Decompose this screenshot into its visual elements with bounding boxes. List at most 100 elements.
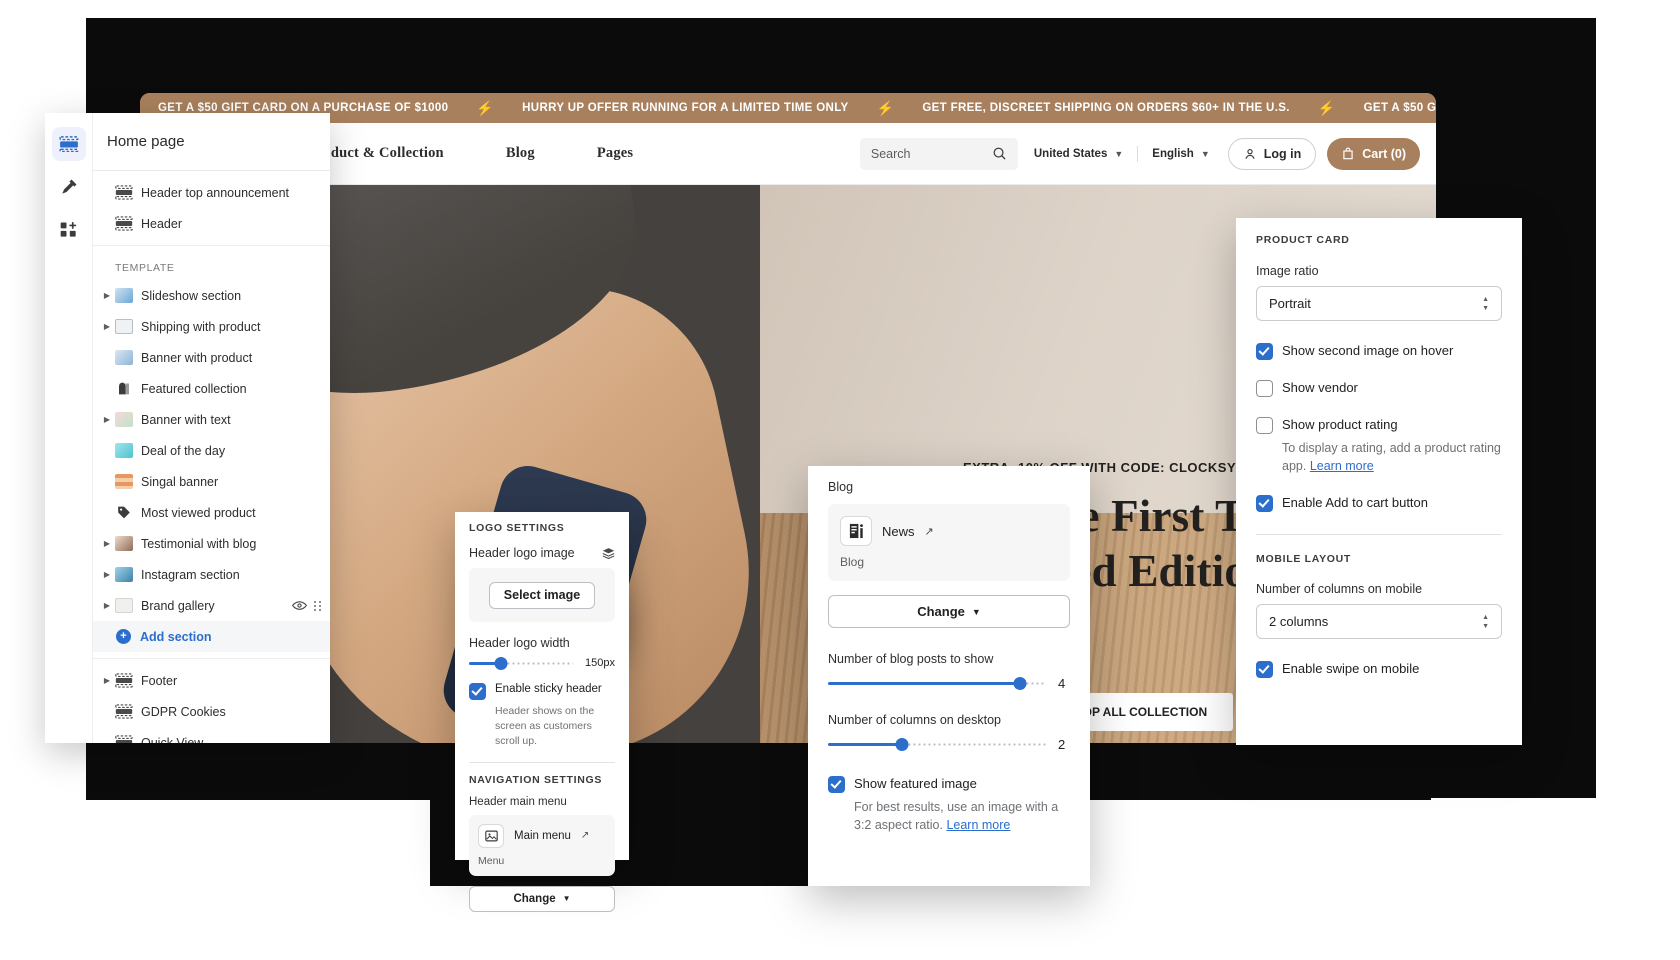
search-input[interactable]: Search [859,137,1018,170]
testimonial-thumb-icon [115,536,133,551]
blog-resource[interactable]: News ↗ Blog [828,504,1070,581]
tag-thumb-icon [118,506,130,519]
instagram-thumb-icon [115,567,133,582]
login-label: Log in [1263,146,1302,161]
blog-card-body: Blog News ↗ Blog Change ▼ Number of blog… [808,466,1090,848]
mobile-columns-label: Number of columns on mobile [1256,582,1423,597]
enable-add-to-cart-label: Enable Add to cart button [1282,495,1428,511]
login-button[interactable]: Log in [1227,137,1317,170]
image-placeholder-icon [478,823,504,848]
chevron-right-icon[interactable]: ▶ [101,676,113,685]
main-menu-resource[interactable]: Main menu ↗ Menu [469,814,615,876]
section-row-banner-with-product[interactable]: ▶ Banner with product [93,342,330,373]
section-row-gdpr-cookies[interactable]: ▶ GDPR Cookies [93,696,330,727]
change-blog-button[interactable]: Change ▼ [828,595,1070,628]
chevron-right-icon[interactable]: ▶ [101,539,113,548]
product-card-settings: PRODUCT CARD Image ratio Portrait ▲ ▼ Sho… [1236,218,1522,745]
section-row-footer[interactable]: ▶ Footer [93,665,330,696]
shipping-thumb-icon [115,319,133,334]
nav-link-blog[interactable]: Blog [506,145,535,162]
section-row-brand-gallery[interactable]: ▶ Brand gallery [93,590,330,621]
rail-button-theme-settings[interactable] [52,170,86,204]
chevron-right-icon[interactable]: ▶ [101,415,113,424]
show-vendor-label: Show vendor [1282,380,1358,395]
chevron-right-icon[interactable]: ▶ [101,570,113,579]
chevron-right-icon[interactable]: ▶ [101,322,113,331]
panel-header: Home page [93,113,330,171]
blog-settings-card: Blog News ↗ Blog Change ▼ Number of blog… [808,466,1090,886]
external-link-icon[interactable]: ↗ [925,525,934,538]
image-ratio-label: Image ratio [1256,264,1319,278]
featured-image-help: For best results, use an image with a 3:… [854,798,1070,834]
section-label: Quick View [141,735,204,744]
chevron-down-icon: ▼ [1200,148,1210,159]
section-label: Deal of the day [141,443,226,458]
slideshow-thumb-icon [115,288,133,303]
section-row-instagram-section[interactable]: ▶ Instagram section [93,559,330,590]
section-row-featured-collection[interactable]: ▶ Featured collection [93,373,330,404]
add-section-label: Add section [140,629,212,644]
logo-settings-title: LOGO SETTINGS [469,522,565,534]
section-list[interactable]: ▶ Header top announcement ▶ H [93,171,330,743]
theme-customizer-sidebar: Home page ▶ Header top announcement ▶ [45,113,330,743]
banner-product-thumb-icon [115,350,133,365]
rail-button-apps[interactable] [52,213,86,247]
product-rating-learn-more-link[interactable]: Learn more [1310,459,1374,473]
section-row-header[interactable]: ▶ Header [93,208,330,239]
section-row-header-top-announcement[interactable]: ▶ Header top announcement [93,177,330,208]
enable-sticky-header-label: Enable sticky header [495,683,602,695]
blog-columns-desktop-value: 2 [1058,737,1066,752]
eye-icon[interactable] [292,600,307,611]
section-row-most-viewed-product[interactable]: ▶ Most viewed product [93,497,330,528]
section-row-singal-banner[interactable]: ▶ Singal banner [93,466,330,497]
enable-sticky-header-checkbox[interactable] [469,683,486,700]
section-row-quick-view[interactable]: ▶ Quick View [93,727,330,743]
bolt-icon: ⚡ [876,99,895,116]
logo-settings-card: LOGO SETTINGS Header logo image Select i… [455,512,629,912]
search-icon [993,147,1006,160]
section-label: Banner with product [141,350,253,365]
blog-icon [840,516,872,546]
page-title: Home page [107,133,185,150]
layers-icon[interactable] [602,547,615,559]
section-row-slideshow-section[interactable]: ▶ Slideshow section [93,280,330,311]
add-section-button[interactable]: ▶ + Add section [93,621,330,652]
section-row-deal-of-the-day[interactable]: ▶ Deal of the day [93,435,330,466]
header-logo-width-slider[interactable] [469,656,574,670]
section-label: Footer [141,673,178,688]
mobile-columns-select[interactable]: 2 columns ▲ ▼ [1256,604,1502,640]
header-logo-width-label: Header logo width [469,636,570,650]
enable-swipe-mobile-checkbox[interactable] [1256,661,1273,679]
rail-button-sections[interactable] [51,127,86,161]
show-featured-image-checkbox[interactable] [828,776,845,793]
enable-add-to-cart-checkbox[interactable] [1256,495,1273,513]
sticky-header-help: Header shows on the screen as customers … [495,705,595,748]
language-selector[interactable]: English ▼ [1152,148,1209,160]
featured-image-learn-more-link[interactable]: Learn more [946,818,1010,832]
section-row-testimonial-with-blog[interactable]: ▶ Testimonial with blog [93,528,330,559]
logo-image-dropzone[interactable]: Select image [469,568,615,622]
external-link-icon[interactable]: ↗ [581,830,589,841]
cart-label: Cart (0) [1362,146,1406,161]
select-image-button[interactable]: Select image [488,581,596,609]
show-featured-image-label: Show featured image [854,776,977,791]
cart-icon [1343,147,1353,159]
announcement-text: GET A $50 GIFT CARD ON A PURCHASE OF $10… [1363,102,1436,114]
show-vendor-checkbox[interactable] [1256,380,1273,397]
chevron-right-icon[interactable]: ▶ [101,291,113,300]
country-selector[interactable]: United States ▼ [1034,148,1123,160]
change-menu-button[interactable]: Change ▼ [469,885,615,912]
section-row-banner-with-text[interactable]: ▶ Banner with text [93,404,330,435]
nav-link-pages[interactable]: Pages [597,145,633,162]
blog-columns-desktop-slider[interactable] [828,738,1046,751]
show-product-rating-checkbox[interactable] [1256,417,1273,434]
section-row-shipping-with-product[interactable]: ▶ Shipping with product [93,311,330,342]
chevron-right-icon[interactable]: ▶ [101,601,113,610]
show-second-image-checkbox[interactable] [1256,343,1273,360]
cart-button[interactable]: Cart (0) [1327,137,1420,170]
blog-posts-count-slider[interactable] [828,677,1046,690]
drag-handle-icon[interactable] [313,600,322,612]
section-label: Brand gallery [141,598,215,613]
brand-thumb-icon [115,598,133,613]
image-ratio-select[interactable]: Portrait ▲ ▼ [1256,286,1502,321]
